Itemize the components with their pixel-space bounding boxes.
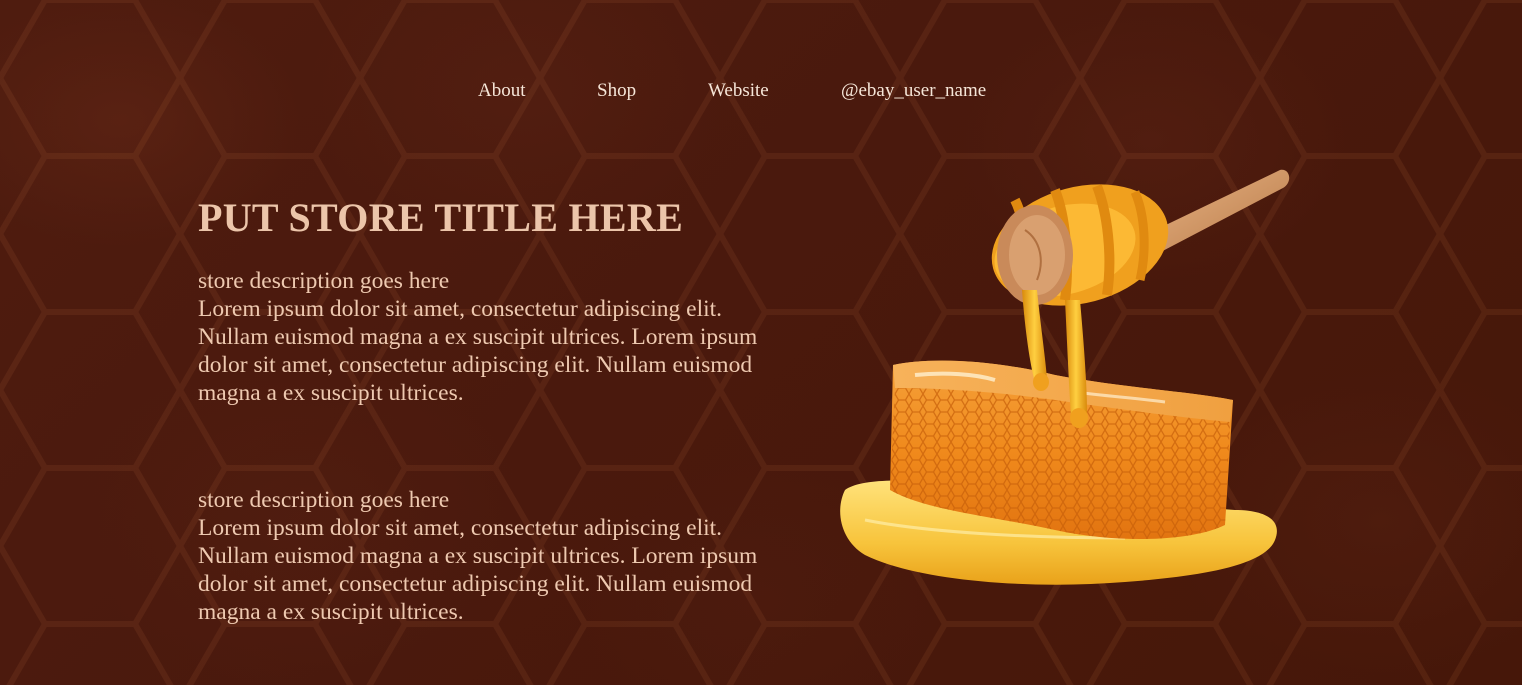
nav-link-ebay-user[interactable]: @ebay_user_name <box>841 80 986 102</box>
store-description-1: store description goes here Lorem ipsum … <box>198 267 788 407</box>
store-description-body: Lorem ipsum dolor sit amet, consectetur … <box>198 515 758 625</box>
honeycomb-honey-dipper-image <box>840 169 1290 585</box>
nav-link-website[interactable]: Website <box>708 80 769 102</box>
store-description-2: store description goes here Lorem ipsum … <box>198 486 788 626</box>
store-description-body: Lorem ipsum dolor sit amet, consectetur … <box>198 296 758 406</box>
store-title: PUT STORE TITLE HERE <box>198 195 684 240</box>
store-description-heading: store description goes here <box>198 268 450 294</box>
store-description-heading: store description goes here <box>198 487 450 513</box>
nav-link-about[interactable]: About <box>478 80 526 102</box>
top-navigation: About Shop Website @ebay_user_name <box>0 80 1522 104</box>
nav-link-shop[interactable]: Shop <box>597 80 636 102</box>
